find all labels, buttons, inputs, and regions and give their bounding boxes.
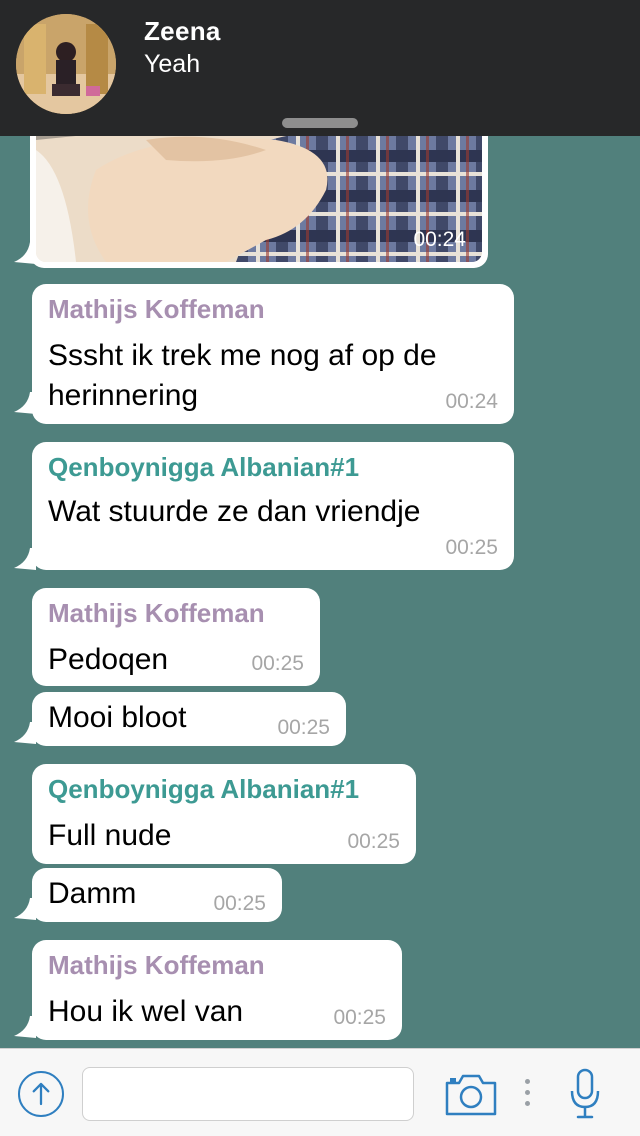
message-time: 00:25: [277, 716, 330, 739]
message-text: Hou ik wel van: [48, 995, 244, 1028]
message-time: 00:24: [445, 390, 498, 413]
message-time: 00:25: [213, 892, 266, 915]
message-text: Sssht ik trek me nog af op de herinnerin…: [48, 339, 437, 412]
message-bubble[interactable]: Mathijs Koffeman Hou ik wel van 00:25: [32, 940, 402, 1040]
contact-avatar: [16, 14, 116, 114]
contact-name: Zeena: [144, 16, 221, 46]
notification-banner[interactable]: Zeena Yeah: [0, 0, 640, 136]
message-bubble[interactable]: Qenboynigga Albanian#1 Wat stuurde ze da…: [32, 442, 514, 570]
camera-icon[interactable]: [444, 1071, 498, 1117]
message-text: Wat stuurde ze dan vriendje: [48, 495, 421, 528]
message-text: Pedoqen: [48, 643, 169, 676]
sender-name: Qenboynigga Albanian#1: [48, 452, 360, 482]
message-text: Full nude: [48, 819, 172, 852]
message-input-bar: [0, 1048, 640, 1136]
sender-name: Mathijs Koffeman: [48, 950, 265, 980]
message-text: Mooi bloot: [48, 701, 187, 734]
more-vertical-icon[interactable]: [522, 1075, 532, 1115]
message-time: 00:25: [333, 1006, 386, 1029]
message-time: 00:25: [347, 830, 400, 853]
message-time: 00:24: [413, 228, 466, 251]
drag-handle[interactable]: [282, 118, 358, 128]
message-input[interactable]: [82, 1067, 414, 1121]
message-bubble[interactable]: Damm 00:25: [32, 868, 282, 922]
message-bubble[interactable]: Qenboynigga Albanian#1 Full nude 00:25: [32, 764, 416, 864]
message-text: Damm: [48, 877, 137, 910]
message-time: 00:25: [251, 652, 304, 675]
message-bubble[interactable]: Mooi bloot 00:25: [32, 692, 346, 746]
sender-name: Mathijs Koffeman: [48, 294, 265, 324]
message-bubble[interactable]: Mathijs Koffeman Sssht ik trek me nog af…: [32, 284, 514, 424]
microphone-icon[interactable]: [568, 1067, 602, 1121]
attach-upload-icon[interactable]: [18, 1071, 64, 1117]
sender-name: Qenboynigga Albanian#1: [48, 774, 360, 804]
sender-name: Mathijs Koffeman: [48, 598, 265, 628]
message-bubble[interactable]: Mathijs Koffeman Pedoqen 00:25: [32, 588, 320, 686]
message-time: 00:25: [445, 536, 498, 559]
message-preview: Yeah: [144, 50, 201, 78]
